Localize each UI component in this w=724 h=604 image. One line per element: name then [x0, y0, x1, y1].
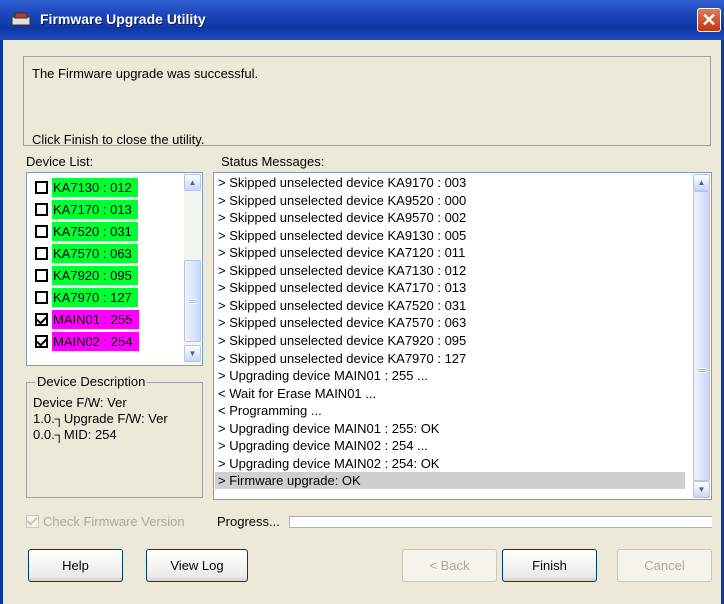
status-line[interactable]: > Upgrading device MAIN01 : 255: OK: [218, 420, 439, 437]
firmware-chip-icon: [11, 12, 31, 28]
view-log-button[interactable]: View Log: [146, 549, 248, 582]
device-checkbox[interactable]: [35, 269, 48, 282]
device-label: KA7520 : 031: [52, 222, 138, 241]
device-checkbox[interactable]: [35, 203, 48, 216]
status-line[interactable]: > Upgrading device MAIN01 : 255 ...: [218, 367, 428, 384]
device-checkbox[interactable]: [35, 225, 48, 238]
cancel-button[interactable]: Cancel: [617, 549, 712, 582]
device-list-label: Device List:: [26, 154, 94, 169]
device-description-text: Device F/W: Ver 1.0.┐Upgrade F/W: Ver 0.…: [33, 395, 172, 442]
device-label: KA7920 : 095: [52, 266, 138, 285]
title-bar: Firmware Upgrade Utility ✕: [0, 0, 724, 40]
status-line[interactable]: > Upgrading device MAIN02 : 254: OK: [218, 455, 439, 472]
scroll-down-icon[interactable]: ▼: [184, 345, 201, 362]
device-label: MAIN01 : 255: [52, 310, 139, 329]
status-line[interactable]: < Programming ...: [218, 402, 322, 419]
progress-label: Progress...: [217, 514, 280, 529]
status-messages-label: Status Messages:: [221, 154, 325, 169]
status-line[interactable]: > Skipped unselected device KA7170 : 013: [218, 279, 466, 296]
success-message: The Firmware upgrade was successful.: [32, 66, 259, 81]
progress-bar: [289, 516, 712, 528]
device-checkbox[interactable]: [35, 313, 48, 326]
status-line[interactable]: > Skipped unselected device KA7520 : 031: [218, 297, 466, 314]
device-label: KA7130 : 012: [52, 178, 138, 197]
status-line[interactable]: > Skipped unselected device KA9520 : 000: [218, 192, 466, 209]
device-description-group: Device Description Device F/W: Ver 1.0.┐…: [26, 374, 203, 498]
scroll-up-icon[interactable]: ▲: [693, 174, 710, 191]
back-button[interactable]: < Back: [402, 549, 497, 582]
device-list-item[interactable]: KA7170 : 013: [35, 200, 138, 219]
scroll-up-icon[interactable]: ▲: [184, 174, 201, 191]
status-line[interactable]: > Skipped unselected device KA7970 : 127: [218, 350, 466, 367]
status-line[interactable]: > Skipped unselected device KA9570 : 002: [218, 209, 466, 226]
scroll-down-icon[interactable]: ▼: [693, 481, 710, 498]
device-list-item[interactable]: KA7570 : 063: [35, 244, 138, 263]
window-title: Firmware Upgrade Utility: [40, 11, 206, 27]
status-line[interactable]: > Upgrading device MAIN02 : 254 ...: [218, 437, 428, 454]
device-list-item[interactable]: KA7130 : 012: [35, 178, 138, 197]
status-line[interactable]: > Skipped unselected device KA7570 : 063: [218, 314, 466, 331]
status-line[interactable]: > Skipped unselected device KA7120 : 011: [218, 244, 465, 261]
device-list-item[interactable]: KA7970 : 127: [35, 288, 138, 307]
status-messages-list[interactable]: > Skipped unselected device KA9170 : 003…: [213, 172, 712, 500]
window-border-left: [0, 40, 3, 604]
instruction-message: Click Finish to close the utility.: [32, 132, 205, 147]
check-firmware-version-checkbox[interactable]: Check Firmware Version: [26, 514, 185, 529]
status-line[interactable]: > Skipped unselected device KA9170 : 003: [218, 174, 466, 191]
device-list[interactable]: KA7130 : 012 KA7170 : 013 KA7520 : 031 KA75…: [26, 172, 203, 366]
device-list-item[interactable]: MAIN02 : 254: [35, 332, 139, 351]
status-line[interactable]: > Firmware upgrade: OK: [215, 472, 685, 490]
device-list-scrollbar[interactable]: ▲ ▼: [184, 174, 201, 364]
help-button[interactable]: Help: [28, 549, 123, 582]
device-list-item[interactable]: MAIN01 : 255: [35, 310, 139, 329]
device-list-scroll-thumb[interactable]: [184, 260, 201, 342]
device-checkbox[interactable]: [35, 291, 48, 304]
status-scrollbar[interactable]: ▲ ▼: [693, 174, 710, 498]
device-label: MAIN02 : 254: [52, 332, 139, 351]
device-label: KA7570 : 063: [52, 244, 138, 263]
device-label: KA7170 : 013: [52, 200, 138, 219]
status-line[interactable]: > Skipped unselected device KA7130 : 012: [218, 262, 466, 279]
close-button[interactable]: ✕: [697, 8, 721, 32]
check-firmware-version-label: Check Firmware Version: [43, 514, 185, 529]
device-list-item[interactable]: KA7920 : 095: [35, 266, 138, 285]
device-label: KA7970 : 127: [52, 288, 138, 307]
status-scroll-thumb[interactable]: [693, 191, 710, 481]
device-checkbox[interactable]: [35, 335, 48, 348]
device-checkbox[interactable]: [35, 181, 48, 194]
finish-button[interactable]: Finish: [502, 549, 597, 582]
status-line[interactable]: < Wait for Erase MAIN01 ...: [218, 385, 376, 402]
status-line[interactable]: > Skipped unselected device KA7920 : 095: [218, 332, 466, 349]
checkbox-icon: [26, 515, 39, 528]
device-checkbox[interactable]: [35, 247, 48, 260]
status-line[interactable]: > Skipped unselected device KA9130 : 005: [218, 227, 466, 244]
device-description-title: Device Description: [35, 374, 148, 389]
message-panel: The Firmware upgrade was successful. Cli…: [23, 56, 711, 147]
device-list-item[interactable]: KA7520 : 031: [35, 222, 138, 241]
